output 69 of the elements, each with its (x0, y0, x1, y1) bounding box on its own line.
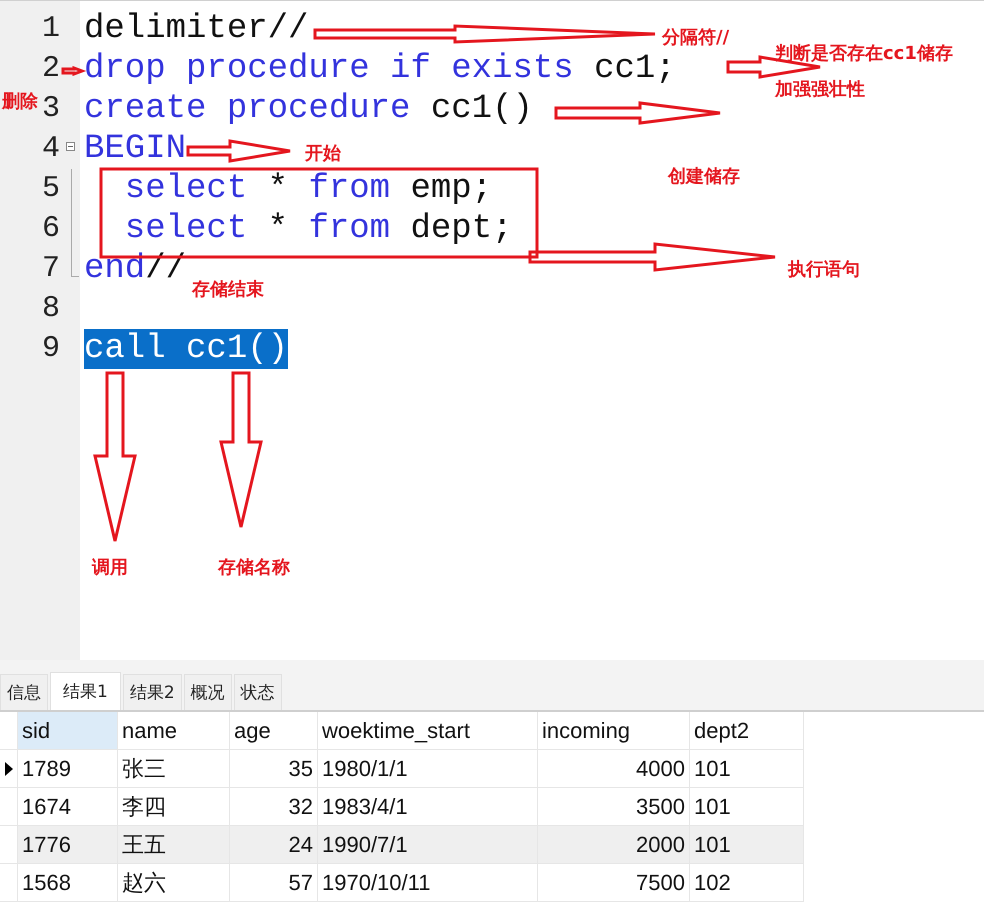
line-number: 8 (42, 292, 60, 326)
table-cell: 赵六 (118, 864, 230, 902)
line-number: 2 (42, 52, 60, 86)
annotation-label: 存储结束 (192, 278, 264, 301)
annotation-label: 调用 (92, 556, 128, 579)
line-number: 4 (42, 132, 60, 166)
arrow-icon (314, 24, 656, 44)
table-cell: 101 (690, 826, 804, 864)
code-line: BEGIN (84, 129, 186, 169)
line-number: 5 (42, 172, 60, 206)
annotation-label: 分隔符// (662, 26, 730, 49)
column-header[interactable]: sid (18, 712, 118, 750)
annotation-label: 执行语句 (788, 258, 860, 281)
table-cell: 3500 (538, 788, 690, 826)
column-header[interactable]: age (230, 712, 318, 750)
annotation-label: 开始 (305, 142, 341, 165)
code-line: select * from emp; (124, 169, 492, 209)
code-line: drop procedure if exists cc1; (84, 49, 676, 89)
table-cell: 1970/10/11 (318, 864, 538, 902)
table-cell: 王五 (118, 826, 230, 864)
arrow-icon (186, 139, 292, 163)
table-cell: 32 (230, 788, 318, 826)
table-cell: 24 (230, 826, 318, 864)
table-cell: 101 (690, 750, 804, 788)
arrow-icon (62, 66, 86, 76)
table-cell: 101 (690, 788, 804, 826)
table-cell: 35 (230, 750, 318, 788)
table-cell: 1980/1/1 (318, 750, 538, 788)
annotation-label: 加强强壮性 (775, 78, 865, 101)
current-row-icon (4, 762, 12, 776)
result-tab[interactable]: 信息 (0, 674, 48, 710)
table-cell: 1990/7/1 (318, 826, 538, 864)
result-tab[interactable]: 结果1 (50, 672, 121, 710)
column-header[interactable]: woektime_start (318, 712, 538, 750)
arrow-icon (219, 372, 263, 528)
table-cell: 4000 (538, 750, 690, 788)
line-number: 3 (42, 92, 60, 126)
table-cell: 李四 (118, 788, 230, 826)
table-cell: 102 (690, 864, 804, 902)
table-cell: 7500 (538, 864, 690, 902)
table-cell: 1776 (18, 826, 118, 864)
line-number: 6 (42, 212, 60, 246)
table-cell: 1674 (18, 788, 118, 826)
line-number: 9 (42, 332, 60, 366)
table-cell: 2000 (538, 826, 690, 864)
result-tab[interactable]: 概况 (184, 674, 232, 710)
result-tab[interactable]: 结果2 (122, 674, 182, 710)
fold-toggle-icon[interactable] (66, 142, 75, 151)
column-header[interactable]: dept2 (690, 712, 804, 750)
table-cell: 1789 (18, 750, 118, 788)
arrow-icon (93, 372, 137, 542)
annotation-label: 创建储存 (668, 165, 740, 188)
column-header[interactable]: name (118, 712, 230, 750)
line-number: 7 (42, 252, 60, 286)
annotation-label: 存储名称 (218, 556, 290, 579)
code-line: delimiter// (84, 9, 308, 49)
arrow-icon (528, 242, 776, 272)
table-cell: 1568 (18, 864, 118, 902)
line-number: 1 (42, 12, 60, 46)
arrow-icon (554, 101, 722, 125)
row-header[interactable] (0, 750, 18, 788)
code-line: create procedure cc1() (84, 89, 533, 129)
result-tab[interactable]: 状态 (234, 674, 282, 710)
code-line: select * from dept; (124, 209, 512, 249)
column-header[interactable]: incoming (538, 712, 690, 750)
table-cell: 张三 (118, 750, 230, 788)
table-cell: 1983/4/1 (318, 788, 538, 826)
annotation-label: 删除 (2, 90, 38, 113)
table-cell: 57 (230, 864, 318, 902)
